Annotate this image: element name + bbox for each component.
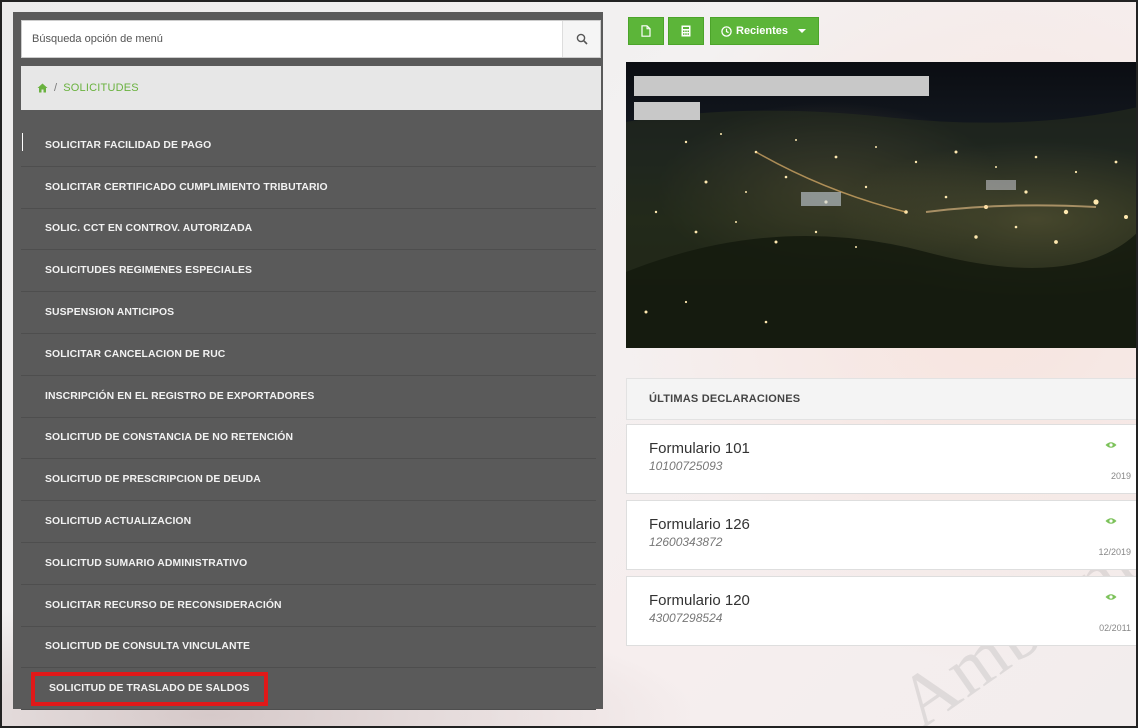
search-input[interactable] [22,21,562,57]
calculator-button[interactable] [668,17,704,45]
menu-panel: / SOLICITUDES SOLICITAR FACILIDAD DE PAG… [13,12,603,711]
menu-item-consulta-vinculante[interactable]: SOLICITUD DE CONSULTA VINCULANTE [21,627,596,669]
declaration-card-101[interactable]: Formulario 101 10100725093 2019 [626,424,1138,494]
latest-declarations-header: ÚLTIMAS DECLARACIONES [626,378,1138,420]
search-bar [21,20,601,58]
chevron-down-icon [797,29,806,33]
recent-label: Recientes [736,25,788,37]
hero-city-image [626,62,1138,348]
breadcrumb: / SOLICITUDES [21,66,601,110]
menu-item-facilidad-pago[interactable]: SOLICITAR FACILIDAD DE PAGO [21,125,596,167]
hero-title-placeholder [634,76,929,96]
declaration-card-126[interactable]: Formulario 126 12600343872 12/2019 [626,500,1138,570]
eye-icon[interactable] [1105,441,1117,449]
toolbar: Recientes [628,17,819,45]
breadcrumb-current[interactable]: SOLICITUDES [63,82,139,94]
declaration-form: Formulario 101 [649,440,750,457]
menu-item-prescripcion-deuda[interactable]: SOLICITUD DE PRESCRIPCION DE DEUDA [21,459,596,502]
search-icon [576,33,588,45]
clock-icon [721,25,732,37]
menu-item-constancia-no-retencion[interactable]: SOLICITUD DE CONSTANCIA DE NO RETENCIÓN [21,418,596,460]
recent-dropdown-button[interactable]: Recientes [710,17,819,45]
menu-item-registro-exportadores[interactable]: INSCRIPCIÓN EN EL REGISTRO DE EXPORTADOR… [21,376,596,418]
declaration-form: Formulario 126 [649,516,750,533]
declaration-card-120[interactable]: Formulario 120 43007298524 02/2011 [626,576,1138,646]
menu-item-cancelacion-ruc[interactable]: SOLICITAR CANCELACION DE RUC [21,334,596,376]
breadcrumb-separator: / [54,82,58,94]
declaration-number: 43007298524 [649,611,723,625]
new-document-button[interactable] [628,17,664,45]
menu-item-sumario-administrativo[interactable]: SOLICITUD SUMARIO ADMINISTRATIVO [21,543,596,585]
menu-item-actualizacion[interactable]: SOLICITUD ACTUALIZACION [21,501,596,543]
declaration-period: 02/2011 [1099,623,1131,633]
declaration-form: Formulario 120 [649,592,750,609]
hero-subtitle-placeholder [634,102,700,120]
menu-list: SOLICITAR FACILIDAD DE PAGO SOLICITAR CE… [21,125,596,711]
declaration-number: 12600343872 [649,535,723,549]
menu-item-traslado-saldos[interactable]: SOLICITUD DE TRASLADO DE SALDOS [21,668,596,711]
city-lights-graphic [626,107,1138,348]
menu-item-certificado-cumplimiento[interactable]: SOLICITAR CERTIFICADO CUMPLIMIENTO TRIBU… [21,167,596,209]
home-icon[interactable] [37,83,48,93]
declaration-period: 2019 [1110,471,1131,481]
menu-item-regimenes-especiales[interactable]: SOLICITUDES REGIMENES ESPECIALES [21,250,596,293]
document-icon [641,25,651,37]
declaration-number: 10100725093 [649,459,723,473]
declaration-period: 12/2019 [1098,547,1131,557]
eye-icon[interactable] [1105,593,1117,601]
menu-item-suspension-anticipos[interactable]: SUSPENSION ANTICIPOS [21,292,596,334]
calculator-icon [681,25,691,37]
eye-icon[interactable] [1105,517,1117,525]
highlight-box: SOLICITUD DE TRASLADO DE SALDOS [31,671,268,706]
menu-item-cct-controv[interactable]: SOLIC. CCT EN CONTROV. AUTORIZADA [21,209,596,251]
search-button[interactable] [562,21,600,57]
menu-item-recurso-reconsideracion[interactable]: SOLICITAR RECURSO DE RECONSIDERACIÓN [21,585,596,627]
